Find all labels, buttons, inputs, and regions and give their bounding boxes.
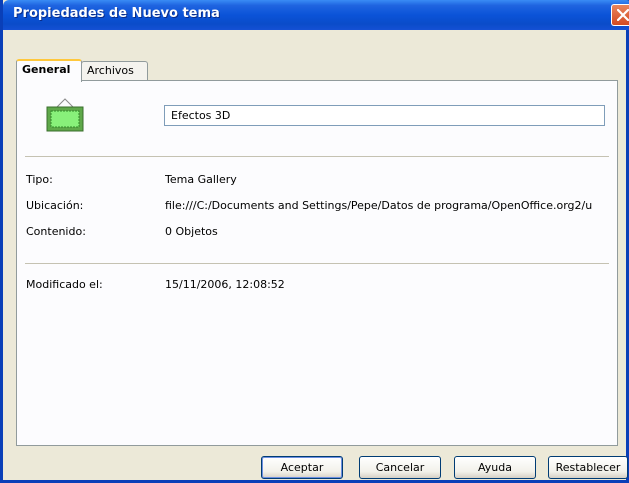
location-label: Ubicación: [26, 199, 84, 212]
content-value: 0 Objetos [165, 225, 218, 238]
help-button[interactable]: Ayuda [454, 456, 536, 479]
modified-value: 15/11/2006, 12:08:52 [165, 278, 285, 291]
properties-dialog: Propiedades de Nuevo tema General Archiv… [0, 0, 629, 483]
close-icon [617, 9, 629, 21]
general-panel: Tipo: Tema Gallery Ubicación: file:///C:… [16, 80, 618, 446]
gallery-theme-icon [46, 98, 84, 132]
separator [25, 156, 609, 157]
tab-general[interactable]: General [16, 59, 82, 82]
content-label: Contenido: [26, 225, 86, 238]
window-title: Propiedades de Nuevo tema [13, 6, 220, 21]
type-label: Tipo: [26, 173, 53, 186]
close-button[interactable] [611, 4, 629, 26]
tab-general-label: General [22, 63, 71, 76]
cancel-button[interactable]: Cancelar [359, 456, 441, 479]
type-value: Tema Gallery [165, 173, 237, 186]
location-value: file:///C:/Documents and Settings/Pepe/D… [165, 199, 593, 212]
separator [25, 263, 609, 264]
tab-archivos[interactable]: Archivos [81, 61, 148, 80]
theme-name-input[interactable] [164, 105, 605, 126]
ok-button[interactable]: Aceptar [261, 456, 343, 479]
modified-label: Modificado el: [26, 278, 103, 291]
title-bar[interactable]: Propiedades de Nuevo tema [3, 0, 629, 30]
reset-button[interactable]: Restablecer [548, 456, 628, 479]
tab-archivos-label: Archivos [87, 64, 134, 77]
